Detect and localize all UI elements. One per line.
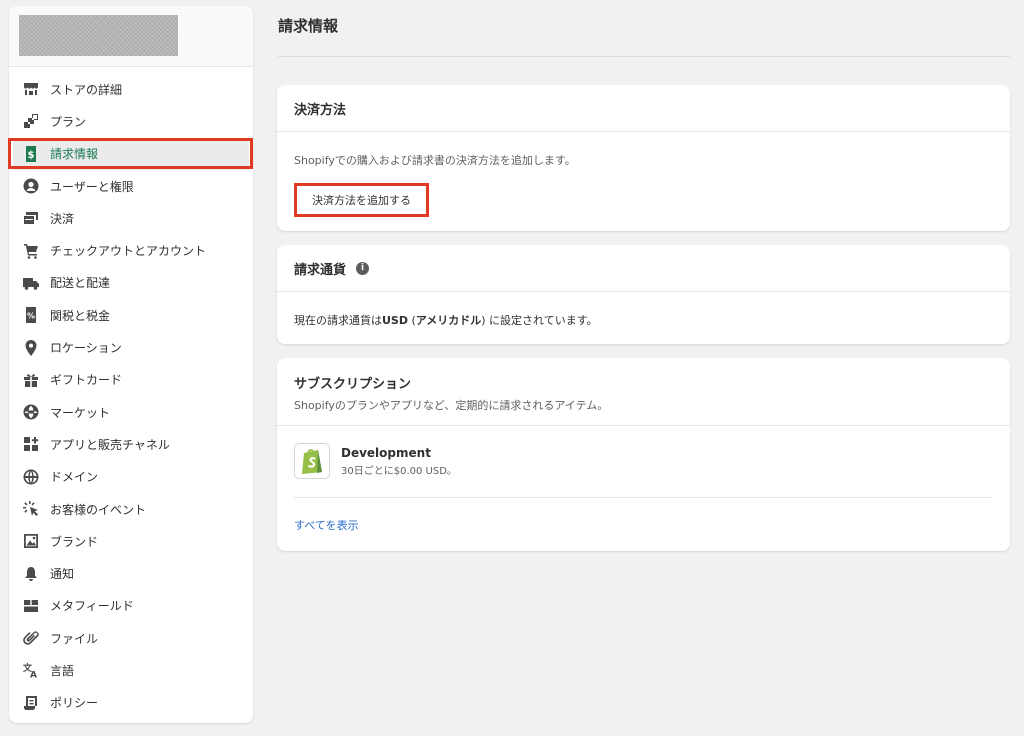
- card-title: サブスクリプション: [294, 377, 412, 392]
- sidebar-item-label: ポリシー: [50, 696, 99, 711]
- sidebar-item-label: 関税と税金: [50, 308, 111, 323]
- tax-icon: %: [22, 306, 40, 324]
- sidebar-item-shipping[interactable]: 配送と配達: [9, 267, 253, 299]
- settings-sidebar: ストアの詳細 プラン $ 請求情報 ユーザーと権限 決済 チェックアウトとアカウ…: [9, 6, 253, 723]
- card-title: 請求通貨: [294, 262, 347, 278]
- sidebar-item-metafields[interactable]: メタフィールド: [9, 590, 253, 622]
- sidebar-item-label: ファイル: [50, 631, 99, 646]
- sidebar-item-label: ロケーション: [50, 341, 122, 356]
- sidebar-item-markets[interactable]: マーケット: [9, 396, 253, 428]
- svg-text:A: A: [30, 671, 37, 679]
- divider: [294, 497, 992, 498]
- cursor-click-icon: [22, 500, 40, 518]
- sidebar-item-label: 言語: [50, 663, 75, 678]
- page-title: 請求情報: [278, 17, 339, 35]
- bell-icon: [22, 565, 40, 583]
- sidebar-item-billing[interactable]: $ 請求情報: [13, 137, 249, 170]
- sidebar-item-label: 請求情報: [50, 147, 99, 162]
- sidebar-item-label: ストアの詳細: [50, 82, 123, 97]
- sidebar-item-gift-cards[interactable]: ギフトカード: [9, 364, 253, 396]
- payment-method-description: Shopifyでの購入および請求書の決済方法を追加します。: [294, 154, 576, 167]
- metafields-icon: [22, 597, 40, 615]
- sidebar-item-label: チェックアウトとアカウント: [50, 244, 207, 259]
- shopify-logo-icon: [294, 443, 330, 479]
- currency-name-open: (: [408, 314, 416, 327]
- view-all-subscriptions-link[interactable]: すべてを表示: [294, 517, 359, 533]
- subscription-item[interactable]: Development 30日ごとに$0.00 USD。: [294, 443, 457, 479]
- settings-nav: ストアの詳細 プラン $ 請求情報 ユーザーと権限 決済 チェックアウトとアカウ…: [9, 73, 253, 719]
- currency-text-suffix: に設定されています。: [485, 314, 598, 327]
- sidebar-item-label: 通知: [50, 567, 75, 582]
- brand-image-icon: [22, 532, 40, 550]
- sidebar-item-checkout[interactable]: チェックアウトとアカウント: [9, 234, 253, 266]
- svg-text:$: $: [28, 150, 35, 161]
- billing-icon: $: [22, 145, 40, 163]
- divider: [278, 56, 1010, 57]
- sidebar-item-label: 配送と配達: [50, 276, 111, 291]
- paperclip-icon: [22, 629, 40, 647]
- subscription-item-text: Development 30日ごとに$0.00 USD。: [341, 446, 457, 477]
- sidebar-item-label: プラン: [50, 114, 87, 129]
- policy-icon: [22, 694, 40, 712]
- subscription-price: 30日ごとに$0.00 USD。: [341, 465, 457, 477]
- sidebar-item-taxes[interactable]: % 関税と税金: [9, 299, 253, 331]
- subscriptions-card: サブスクリプション Shopifyのプランやアプリなど、定期的に請求されるアイテ…: [277, 358, 1010, 551]
- card-title: 決済方法: [277, 85, 1010, 132]
- sidebar-item-apps[interactable]: アプリと販売チャネル: [9, 428, 253, 460]
- store-icon: [22, 80, 40, 98]
- info-icon[interactable]: i: [356, 261, 370, 275]
- sidebar-item-label: マーケット: [50, 405, 111, 420]
- gift-icon: [22, 371, 40, 389]
- sidebar-item-label: ギフトカード: [50, 373, 123, 388]
- store-logo-redacted: [19, 15, 178, 56]
- svg-text:%: %: [27, 312, 35, 321]
- subscription-name: Development: [341, 445, 431, 460]
- sidebar-item-brand[interactable]: ブランド: [9, 525, 253, 557]
- sidebar-item-payments[interactable]: 決済: [9, 202, 253, 234]
- cart-icon: [22, 242, 40, 260]
- translate-icon: 文A: [22, 661, 40, 679]
- subscriptions-description: Shopifyのプランやアプリなど、定期的に請求されるアイテム。: [294, 399, 609, 412]
- sidebar-item-store-details[interactable]: ストアの詳細: [9, 73, 253, 105]
- sidebar-item-users[interactable]: ユーザーと権限: [9, 170, 253, 202]
- sidebar-item-domains[interactable]: ドメイン: [9, 461, 253, 493]
- sidebar-item-label: メタフィールド: [50, 599, 134, 614]
- payment-method-card: 決済方法 Shopifyでの購入および請求書の決済方法を追加します。 決済方法を…: [277, 85, 1010, 231]
- currency-code: USD: [382, 314, 408, 327]
- sidebar-item-label: ブランド: [50, 534, 99, 549]
- sidebar-item-notifications[interactable]: 通知: [9, 557, 253, 589]
- domain-icon: [22, 468, 40, 486]
- sidebar-item-locations[interactable]: ロケーション: [9, 331, 253, 363]
- sidebar-item-customer-events[interactable]: お客様のイベント: [9, 493, 253, 525]
- sidebar-item-label: 決済: [50, 211, 75, 226]
- apps-icon: [22, 435, 40, 453]
- sidebar-item-label: お客様のイベント: [50, 502, 147, 517]
- truck-icon: [22, 274, 40, 292]
- billing-currency-card: 請求通貨 i 現在の請求通貨はUSD (アメリカドル) に設定されています。: [277, 245, 1010, 344]
- globe-icon: [22, 403, 40, 421]
- currency-text-prefix: 現在の請求通貨は: [294, 314, 382, 327]
- add-payment-method-button[interactable]: 決済方法を追加する: [294, 183, 429, 217]
- payments-icon: [22, 209, 40, 227]
- sidebar-item-plan[interactable]: プラン: [9, 105, 253, 137]
- plan-icon: [22, 112, 40, 130]
- sidebar-item-languages[interactable]: 文A 言語: [9, 654, 253, 686]
- card-title-row: 請求通貨 i: [277, 245, 1010, 292]
- sidebar-item-label: ユーザーと権限: [50, 179, 134, 194]
- sidebar-item-label: ドメイン: [50, 470, 99, 485]
- currency-name: アメリカドル: [415, 314, 482, 327]
- sidebar-item-files[interactable]: ファイル: [9, 622, 253, 654]
- location-icon: [22, 339, 40, 357]
- currency-text: 現在の請求通貨はUSD (アメリカドル) に設定されています。: [294, 312, 598, 328]
- sidebar-item-policies[interactable]: ポリシー: [9, 687, 253, 719]
- user-icon: [22, 177, 40, 195]
- store-header: [9, 6, 253, 67]
- sidebar-item-label: アプリと販売チャネル: [50, 437, 170, 452]
- divider: [277, 425, 1010, 426]
